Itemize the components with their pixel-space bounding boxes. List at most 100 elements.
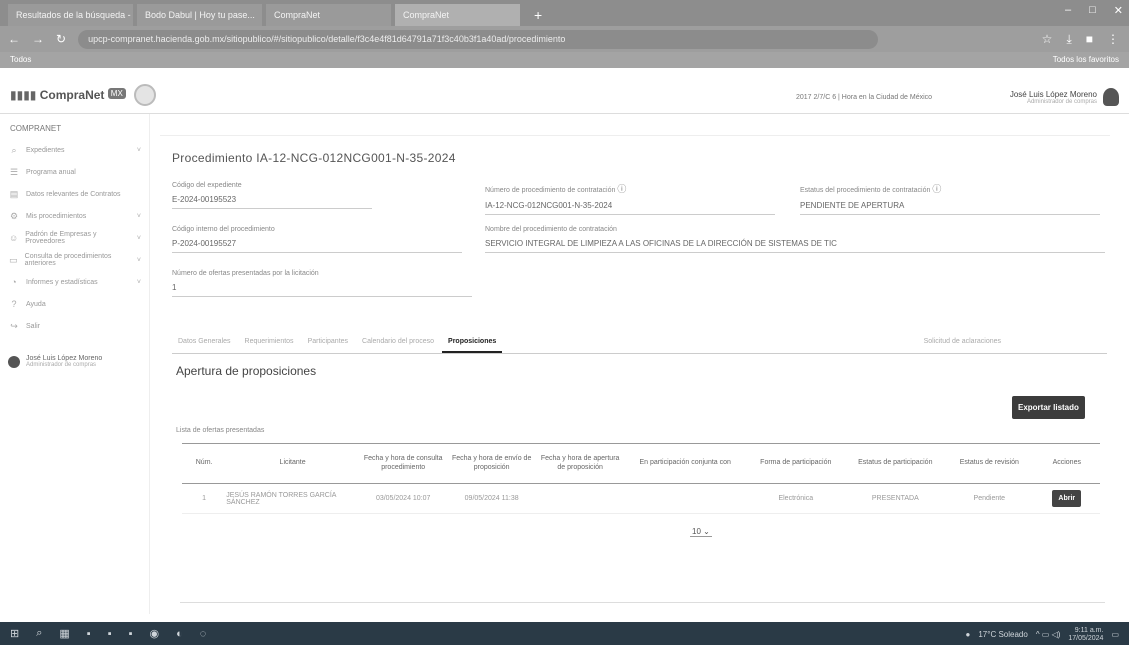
bookmark-folder[interactable]: Todos <box>10 55 31 64</box>
tray-icons[interactable]: ^ ▭ ◁) <box>1036 630 1061 639</box>
logo-seal-icon <box>134 84 156 106</box>
avatar[interactable] <box>1103 88 1119 106</box>
weather-icon: ● <box>965 630 971 640</box>
logo-mark: ▮▮▮▮ <box>10 88 40 102</box>
tab-proposiciones[interactable]: Proposiciones <box>442 338 503 353</box>
page-size-value: 10 <box>692 527 701 536</box>
taskview-icon[interactable]: ▦ <box>59 627 69 640</box>
cell-review: Pendiente <box>945 483 1034 514</box>
cell-opened <box>535 483 625 514</box>
header-user[interactable]: José Luis López Moreno Administrador de … <box>1010 90 1097 105</box>
close-icon[interactable]: ✕ <box>1114 4 1123 17</box>
tab-aclaraciones[interactable]: Solicitud de aclaraciones <box>918 338 1007 353</box>
tab-participantes[interactable]: Participantes <box>302 338 354 353</box>
code-field: Código del expediente E-2024-00195523 <box>172 182 372 209</box>
tab-datos-generales[interactable]: Datos Generales <box>172 338 237 353</box>
app-icon-4[interactable]: ◐ <box>176 628 183 640</box>
sidebar-item-contratos[interactable]: ▤ Datos relevantes de Contratos <box>0 183 149 205</box>
sidebar-user[interactable]: José Luis López Moreno Administrador de c… <box>0 345 149 378</box>
sidebar-item-informes[interactable]: ◔ Informes y estadísticas ˅ <box>0 271 149 293</box>
compranet-logo[interactable]: ▮▮▮▮ CompraNet MX <box>10 88 126 102</box>
app-icon-5[interactable]: ◌ <box>200 628 207 640</box>
menu-icon[interactable]: ⋮ <box>1107 32 1119 47</box>
breadcrumb <box>160 120 1110 136</box>
maximize-icon[interactable]: □ <box>1089 4 1096 17</box>
reload-icon[interactable]: ↻ <box>56 32 66 46</box>
app-header: ▮▮▮▮ CompraNet MX 2017 2/7/C 6 | Hora en… <box>0 68 1129 114</box>
info-icon[interactable]: ⓘ <box>932 184 941 194</box>
user-icon <box>8 355 20 368</box>
back-icon[interactable]: ← <box>8 32 20 46</box>
people-icon: ☺ <box>9 233 19 243</box>
extensions-icon[interactable]: ■ <box>1086 32 1093 47</box>
star-icon[interactable]: ☆ <box>1042 32 1053 47</box>
sidebar-item-padron[interactable]: ☺ Padrón de Empresas y Proveedores ˅ <box>0 227 149 249</box>
sidebar: COMPRANET ⌕ Expedientes ˅ ☰ Programa anual … <box>0 114 150 614</box>
sidebar-item-programa[interactable]: ☰ Programa anual <box>0 161 149 183</box>
chart-icon: ◔ <box>11 277 17 287</box>
cell-num: 1 <box>182 483 227 514</box>
url-field[interactable]: upcp-compranet.hacienda.gob.mx/sitiopubl… <box>78 29 879 49</box>
sidebar-item-procedimientos[interactable]: ⚙ Mis procedimientos ˅ <box>0 205 149 227</box>
open-button[interactable]: Abrir <box>1052 490 1082 507</box>
col-opened: Fecha y hora de apertura de proposición <box>535 443 625 484</box>
info-icon[interactable]: ⓘ <box>617 184 626 194</box>
browser-tab-1[interactable]: Resultados de la búsqueda - ... <box>8 4 133 26</box>
app-icon-3[interactable]: ▪ <box>129 628 133 640</box>
bookmarks-bar: Todos Todos los favoritos <box>0 52 1129 68</box>
status-field: Estatus del procedimiento de contratació… <box>800 182 1100 215</box>
proposals-table: Núm. Licitante Fecha y hora de consulta … <box>182 443 1100 514</box>
chevron-down-icon: ⌄ <box>703 527 710 536</box>
all-bookmarks[interactable]: Todos los favoritos <box>1053 55 1119 64</box>
forward-icon[interactable]: → <box>32 32 44 46</box>
app-icon-2[interactable]: ▪ <box>108 628 112 640</box>
browser-tab-3[interactable]: CompraNet <box>266 4 391 26</box>
sidebar-item-ayuda[interactable]: ? Ayuda <box>0 293 149 315</box>
list-icon: ☰ <box>9 166 19 177</box>
sidebar-item-anteriores[interactable]: ▭ Consulta de procedimientos anteriores ˅ <box>0 249 149 271</box>
export-list-button[interactable]: Exportar listado <box>1012 396 1085 419</box>
chevron-down-icon: ˅ <box>136 146 141 154</box>
col-num: Núm. <box>182 443 227 484</box>
gear-icon: ⚙ <box>9 210 19 221</box>
download-icon[interactable]: ⤓ <box>1066 32 1071 47</box>
address-bar-row: ← → ↻ upcp-compranet.hacienda.gob.mx/sit… <box>0 26 1129 52</box>
browser-tab-2[interactable]: Bodo Dabul | Hoy tu pase... <box>137 4 262 26</box>
cell-sent: 09/05/2024 11:38 <box>447 483 536 514</box>
col-actions: Acciones <box>1033 443 1100 484</box>
logo-text: CompraNet <box>39 88 105 102</box>
search-icon[interactable]: ⌕ <box>36 627 42 640</box>
help-icon: ? <box>11 299 17 309</box>
minimize-icon[interactable]: – <box>1065 4 1071 17</box>
page-size-select[interactable]: 10 ⌄ <box>690 527 712 537</box>
notification-icon[interactable]: ▭ <box>1111 630 1119 639</box>
proc-code-value: P-2024-00195527 <box>172 239 462 253</box>
sidebar-item-label: Mis procedimientos <box>26 212 87 220</box>
sidebar-item-salir[interactable]: ↪ Salir <box>0 315 149 337</box>
app-icon-1[interactable]: ▪ <box>87 628 91 640</box>
sidebar-item-expedientes[interactable]: ⌕ Expedientes ˅ <box>0 139 149 161</box>
folder-icon: ▭ <box>9 254 18 265</box>
chevron-down-icon: ˅ <box>136 234 141 242</box>
header-info: 2017 2/7/C 6 | Hora en la Ciudad de Méxi… <box>796 94 933 101</box>
num-label: Número de procedimiento de contratación <box>485 187 616 194</box>
proc-code-field: Código interno del procedimiento P-2024-… <box>172 226 462 253</box>
weather-text[interactable]: 17°C Soleado <box>978 630 1027 639</box>
count-label: Número de ofertas presentadas por la lic… <box>172 270 319 277</box>
cell-form: Electrónica <box>746 483 846 514</box>
chrome-icon[interactable]: ◉ <box>150 627 160 640</box>
new-tab-icon[interactable]: + <box>524 4 552 26</box>
proc-code-label: Código interno del procedimiento <box>172 226 275 233</box>
taskbar: ⊞ ⌕ ▦ ▪ ▪ ▪ ◉ ◐ ◌ ● 17°C Soleado ^ ▭ ◁) … <box>0 622 1129 645</box>
sidebar-item-label: Consulta de procedimientos anteriores <box>24 253 112 267</box>
clock[interactable]: 9:11 a.m. 17/05/2024 <box>1068 627 1103 642</box>
browser-tab-4[interactable]: CompraNet <box>395 4 520 26</box>
clock-date: 17/05/2024 <box>1068 634 1104 642</box>
chevron-down-icon: ˅ <box>136 256 141 264</box>
chevron-down-icon: ˅ <box>136 212 141 220</box>
tab-calendario[interactable]: Calendario del proceso <box>356 338 440 353</box>
tab-requerimientos[interactable]: Requerimientos <box>239 338 300 353</box>
section-title: Apertura de proposiciones <box>176 364 317 378</box>
list-label: Lista de ofertas presentadas <box>176 427 265 434</box>
windows-start-icon[interactable]: ⊞ <box>10 627 19 640</box>
